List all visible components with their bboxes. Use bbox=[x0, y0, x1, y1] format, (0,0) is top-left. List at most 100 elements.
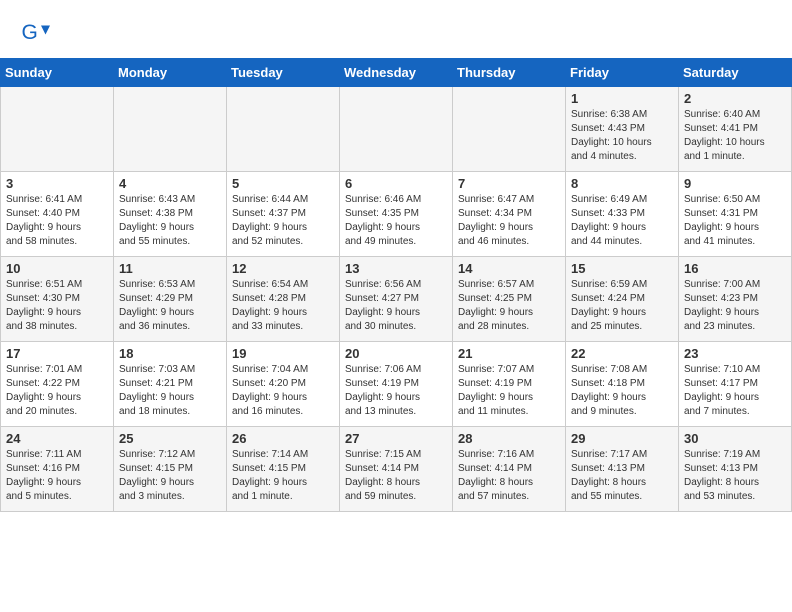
day-info: Sunrise: 7:16 AM Sunset: 4:14 PM Dayligh… bbox=[458, 448, 560, 504]
day-info: Sunrise: 6:56 AM Sunset: 4:27 PM Dayligh… bbox=[345, 278, 447, 334]
day-info: Sunrise: 7:03 AM Sunset: 4:21 PM Dayligh… bbox=[119, 363, 221, 419]
calendar-cell bbox=[114, 87, 227, 172]
day-number: 3 bbox=[6, 176, 108, 191]
calendar-cell bbox=[453, 87, 566, 172]
calendar-cell: 23 Sunrise: 7:10 AM Sunset: 4:17 PM Dayli… bbox=[679, 342, 792, 427]
calendar-cell: 26 Sunrise: 7:14 AM Sunset: 4:15 PM Dayli… bbox=[227, 427, 340, 512]
day-info: Sunrise: 6:38 AM Sunset: 4:43 PM Dayligh… bbox=[571, 108, 673, 164]
day-number: 19 bbox=[232, 346, 334, 361]
calendar-cell: 8 Sunrise: 6:49 AM Sunset: 4:33 PM Daylig… bbox=[566, 172, 679, 257]
calendar-cell bbox=[340, 87, 453, 172]
calendar-cell bbox=[1, 87, 114, 172]
day-number: 16 bbox=[684, 261, 786, 276]
day-info: Sunrise: 7:08 AM Sunset: 4:18 PM Dayligh… bbox=[571, 363, 673, 419]
calendar-week-row: 1 Sunrise: 6:38 AM Sunset: 4:43 PM Daylig… bbox=[1, 87, 792, 172]
day-number: 10 bbox=[6, 261, 108, 276]
day-header-saturday: Saturday bbox=[679, 59, 792, 87]
calendar-cell: 4 Sunrise: 6:43 AM Sunset: 4:38 PM Daylig… bbox=[114, 172, 227, 257]
day-info: Sunrise: 7:06 AM Sunset: 4:19 PM Dayligh… bbox=[345, 363, 447, 419]
calendar-cell: 14Sunrise: 6:57 AM Sunset: 4:25 PM Dayli… bbox=[453, 257, 566, 342]
calendar-cell: 16 Sunrise: 7:00 AM Sunset: 4:23 PM Dayli… bbox=[679, 257, 792, 342]
calendar-cell: 22 Sunrise: 7:08 AM Sunset: 4:18 PM Dayli… bbox=[566, 342, 679, 427]
day-info: Sunrise: 7:10 AM Sunset: 4:17 PM Dayligh… bbox=[684, 363, 786, 419]
calendar-cell: 28 Sunrise: 7:16 AM Sunset: 4:14 PM Dayli… bbox=[453, 427, 566, 512]
logo-icon: G bbox=[20, 18, 50, 48]
day-number: 20 bbox=[345, 346, 447, 361]
day-number: 23 bbox=[684, 346, 786, 361]
calendar-cell: 27Sunrise: 7:15 AM Sunset: 4:14 PM Dayli… bbox=[340, 427, 453, 512]
day-number: 18 bbox=[119, 346, 221, 361]
day-info: Sunrise: 7:17 AM Sunset: 4:13 PM Dayligh… bbox=[571, 448, 673, 504]
calendar-week-row: 10 Sunrise: 6:51 AM Sunset: 4:30 PM Dayli… bbox=[1, 257, 792, 342]
day-info: Sunrise: 6:47 AM Sunset: 4:34 PM Dayligh… bbox=[458, 193, 560, 249]
day-number: 27 bbox=[345, 431, 447, 446]
calendar-table: SundayMondayTuesdayWednesdayThursdayFrid… bbox=[0, 58, 792, 512]
calendar-cell: 15 Sunrise: 6:59 AM Sunset: 4:24 PM Dayli… bbox=[566, 257, 679, 342]
calendar-cell: 1 Sunrise: 6:38 AM Sunset: 4:43 PM Daylig… bbox=[566, 87, 679, 172]
day-number: 15 bbox=[571, 261, 673, 276]
day-number: 22 bbox=[571, 346, 673, 361]
calendar-cell: 18 Sunrise: 7:03 AM Sunset: 4:21 PM Dayli… bbox=[114, 342, 227, 427]
day-number: 5 bbox=[232, 176, 334, 191]
calendar-cell: 12Sunrise: 6:54 AM Sunset: 4:28 PM Dayli… bbox=[227, 257, 340, 342]
day-header-tuesday: Tuesday bbox=[227, 59, 340, 87]
day-info: Sunrise: 7:11 AM Sunset: 4:16 PM Dayligh… bbox=[6, 448, 108, 504]
calendar-cell: 10 Sunrise: 6:51 AM Sunset: 4:30 PM Dayli… bbox=[1, 257, 114, 342]
day-info: Sunrise: 6:41 AM Sunset: 4:40 PM Dayligh… bbox=[6, 193, 108, 249]
day-info: Sunrise: 7:00 AM Sunset: 4:23 PM Dayligh… bbox=[684, 278, 786, 334]
calendar-week-row: 3 Sunrise: 6:41 AM Sunset: 4:40 PM Daylig… bbox=[1, 172, 792, 257]
day-number: 6 bbox=[345, 176, 447, 191]
day-number: 21 bbox=[458, 346, 560, 361]
page-header: G bbox=[0, 0, 792, 58]
calendar-week-row: 24 Sunrise: 7:11 AM Sunset: 4:16 PM Dayli… bbox=[1, 427, 792, 512]
day-info: Sunrise: 6:40 AM Sunset: 4:41 PM Dayligh… bbox=[684, 108, 786, 164]
calendar-cell: 25Sunrise: 7:12 AM Sunset: 4:15 PM Dayli… bbox=[114, 427, 227, 512]
day-info: Sunrise: 6:43 AM Sunset: 4:38 PM Dayligh… bbox=[119, 193, 221, 249]
calendar-cell: 5 Sunrise: 6:44 AM Sunset: 4:37 PM Daylig… bbox=[227, 172, 340, 257]
svg-text:G: G bbox=[22, 21, 38, 44]
calendar-cell: 21 Sunrise: 7:07 AM Sunset: 4:19 PM Dayli… bbox=[453, 342, 566, 427]
day-info: Sunrise: 6:49 AM Sunset: 4:33 PM Dayligh… bbox=[571, 193, 673, 249]
day-header-wednesday: Wednesday bbox=[340, 59, 453, 87]
day-number: 30 bbox=[684, 431, 786, 446]
day-header-friday: Friday bbox=[566, 59, 679, 87]
day-header-monday: Monday bbox=[114, 59, 227, 87]
calendar-cell: 7 Sunrise: 6:47 AM Sunset: 4:34 PM Daylig… bbox=[453, 172, 566, 257]
day-number: 9 bbox=[684, 176, 786, 191]
day-number: 28 bbox=[458, 431, 560, 446]
day-info: Sunrise: 6:53 AM Sunset: 4:29 PM Dayligh… bbox=[119, 278, 221, 334]
calendar-cell: 9 Sunrise: 6:50 AM Sunset: 4:31 PM Daylig… bbox=[679, 172, 792, 257]
day-number: 7 bbox=[458, 176, 560, 191]
day-number: 11 bbox=[119, 261, 221, 276]
day-number: 12 bbox=[232, 261, 334, 276]
day-number: 8 bbox=[571, 176, 673, 191]
day-info: Sunrise: 7:14 AM Sunset: 4:15 PM Dayligh… bbox=[232, 448, 334, 504]
calendar-cell: 24 Sunrise: 7:11 AM Sunset: 4:16 PM Dayli… bbox=[1, 427, 114, 512]
calendar-cell: 17Sunrise: 7:01 AM Sunset: 4:22 PM Dayli… bbox=[1, 342, 114, 427]
day-info: Sunrise: 6:51 AM Sunset: 4:30 PM Dayligh… bbox=[6, 278, 108, 334]
day-number: 24 bbox=[6, 431, 108, 446]
calendar-cell: 11 Sunrise: 6:53 AM Sunset: 4:29 PM Dayli… bbox=[114, 257, 227, 342]
calendar-cell: 19 Sunrise: 7:04 AM Sunset: 4:20 PM Dayli… bbox=[227, 342, 340, 427]
calendar-cell: 13Sunrise: 6:56 AM Sunset: 4:27 PM Dayli… bbox=[340, 257, 453, 342]
day-info: Sunrise: 7:04 AM Sunset: 4:20 PM Dayligh… bbox=[232, 363, 334, 419]
day-info: Sunrise: 6:46 AM Sunset: 4:35 PM Dayligh… bbox=[345, 193, 447, 249]
day-info: Sunrise: 6:44 AM Sunset: 4:37 PM Dayligh… bbox=[232, 193, 334, 249]
calendar-cell bbox=[227, 87, 340, 172]
day-number: 26 bbox=[232, 431, 334, 446]
day-number: 4 bbox=[119, 176, 221, 191]
calendar-header-row: SundayMondayTuesdayWednesdayThursdayFrid… bbox=[1, 59, 792, 87]
day-info: Sunrise: 7:19 AM Sunset: 4:13 PM Dayligh… bbox=[684, 448, 786, 504]
day-number: 2 bbox=[684, 91, 786, 106]
day-info: Sunrise: 6:50 AM Sunset: 4:31 PM Dayligh… bbox=[684, 193, 786, 249]
day-number: 1 bbox=[571, 91, 673, 106]
calendar-cell: 30 Sunrise: 7:19 AM Sunset: 4:13 PM Dayli… bbox=[679, 427, 792, 512]
day-info: Sunrise: 6:59 AM Sunset: 4:24 PM Dayligh… bbox=[571, 278, 673, 334]
day-info: Sunrise: 7:07 AM Sunset: 4:19 PM Dayligh… bbox=[458, 363, 560, 419]
calendar-cell: 3 Sunrise: 6:41 AM Sunset: 4:40 PM Daylig… bbox=[1, 172, 114, 257]
calendar-cell: 2 Sunrise: 6:40 AM Sunset: 4:41 PM Daylig… bbox=[679, 87, 792, 172]
calendar-week-row: 17Sunrise: 7:01 AM Sunset: 4:22 PM Dayli… bbox=[1, 342, 792, 427]
day-number: 17 bbox=[6, 346, 108, 361]
day-info: Sunrise: 7:12 AM Sunset: 4:15 PM Dayligh… bbox=[119, 448, 221, 504]
day-number: 29 bbox=[571, 431, 673, 446]
